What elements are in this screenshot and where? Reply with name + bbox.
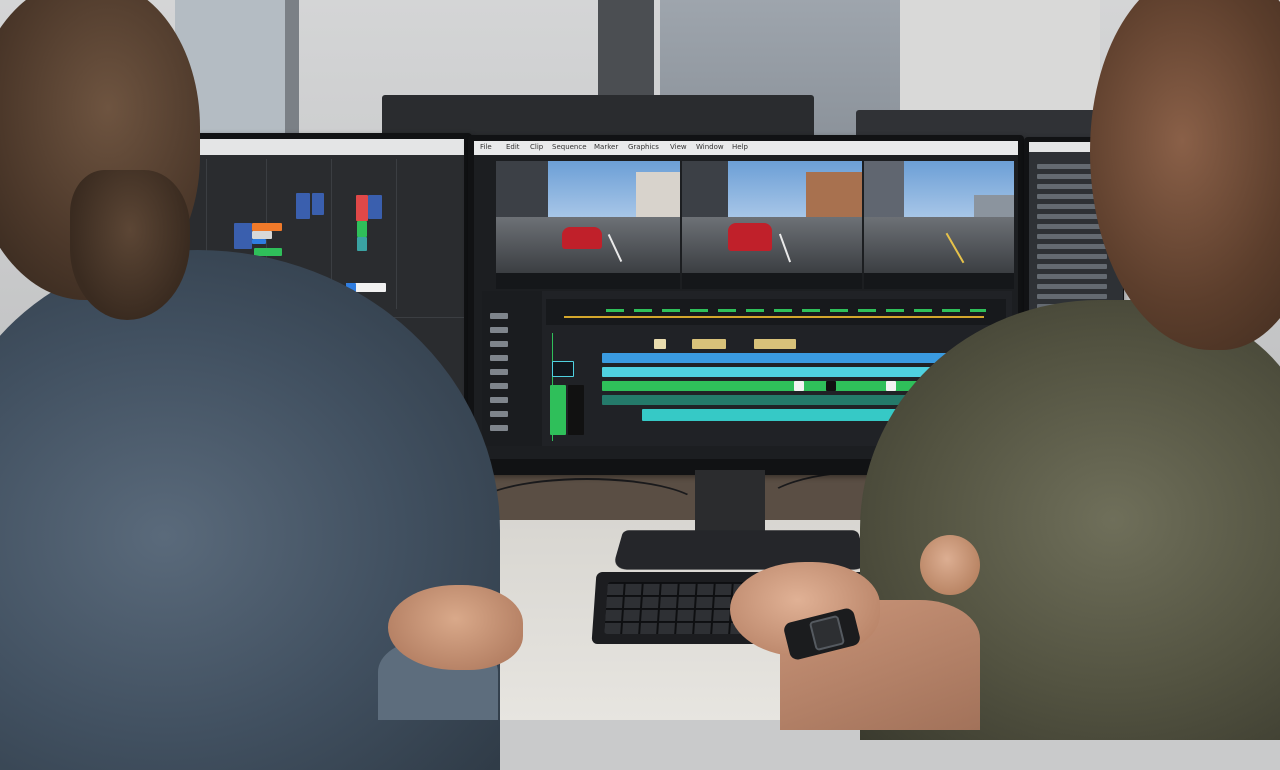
track-header[interactable] bbox=[552, 361, 574, 377]
list-item[interactable] bbox=[1037, 254, 1107, 259]
list-item[interactable] bbox=[1037, 244, 1107, 249]
menu-help[interactable]: Help bbox=[732, 143, 748, 151]
column-divider bbox=[396, 159, 397, 309]
menu-sequence[interactable]: Sequence bbox=[552, 143, 587, 151]
clip[interactable] bbox=[754, 339, 796, 349]
list-item[interactable] bbox=[1037, 294, 1107, 299]
marker-strip bbox=[606, 309, 986, 312]
track-header[interactable] bbox=[550, 385, 566, 435]
list-item[interactable] bbox=[1037, 264, 1107, 269]
app-menu-bar: File Edit Clip Sequence Marker Graphics … bbox=[474, 141, 1018, 155]
tool-icon[interactable] bbox=[490, 425, 508, 431]
menu-edit[interactable]: Edit bbox=[506, 143, 520, 151]
node-block[interactable] bbox=[368, 195, 382, 219]
list-item[interactable] bbox=[1037, 284, 1107, 289]
list-item[interactable] bbox=[1037, 224, 1107, 229]
viewer-controls[interactable] bbox=[496, 273, 680, 289]
menu-window[interactable]: Window bbox=[696, 143, 724, 151]
tool-icon[interactable] bbox=[490, 369, 508, 375]
menu-view[interactable]: View bbox=[670, 143, 687, 151]
menu-marker[interactable]: Marker bbox=[594, 143, 618, 151]
tool-icon[interactable] bbox=[490, 397, 508, 403]
reference-viewer[interactable] bbox=[864, 161, 1014, 273]
node-block[interactable] bbox=[312, 193, 324, 215]
menu-clip[interactable]: Clip bbox=[530, 143, 543, 151]
person-right-fingers bbox=[920, 535, 980, 595]
tool-icon[interactable] bbox=[490, 313, 508, 319]
tool-icon[interactable] bbox=[490, 411, 508, 417]
person-left-hand bbox=[388, 585, 523, 670]
viewer-controls[interactable] bbox=[864, 273, 1014, 289]
clip[interactable] bbox=[654, 339, 666, 349]
node-block[interactable] bbox=[252, 239, 266, 244]
node-block[interactable] bbox=[357, 237, 367, 251]
menu-graphics[interactable]: Graphics bbox=[628, 143, 659, 151]
tools-panel bbox=[482, 291, 542, 446]
track-header[interactable] bbox=[568, 385, 584, 435]
clip-marker[interactable] bbox=[794, 381, 804, 391]
wall-panel bbox=[900, 0, 1100, 125]
video-track-v2[interactable] bbox=[602, 367, 950, 377]
clip-marker[interactable] bbox=[886, 381, 896, 391]
node-block[interactable] bbox=[234, 223, 252, 249]
node-block[interactable] bbox=[357, 221, 367, 237]
tool-icon[interactable] bbox=[490, 327, 508, 333]
list-item[interactable] bbox=[1037, 234, 1107, 239]
viewer-controls[interactable] bbox=[682, 273, 862, 289]
timeline-ruler[interactable] bbox=[546, 299, 1006, 325]
source-viewer[interactable] bbox=[496, 161, 680, 273]
list-item[interactable] bbox=[1037, 274, 1107, 279]
tool-icon[interactable] bbox=[490, 383, 508, 389]
node-block[interactable] bbox=[252, 223, 282, 231]
tool-icon[interactable] bbox=[490, 341, 508, 347]
clip-marker[interactable] bbox=[826, 381, 836, 391]
tool-icon[interactable] bbox=[490, 355, 508, 361]
video-track-v1[interactable] bbox=[602, 381, 950, 391]
program-viewer[interactable] bbox=[682, 161, 862, 273]
video-track-v3[interactable] bbox=[602, 353, 950, 363]
node-block[interactable] bbox=[356, 195, 368, 221]
window-frame bbox=[285, 0, 299, 135]
node-block[interactable] bbox=[296, 193, 310, 219]
node-block[interactable] bbox=[252, 231, 272, 239]
clip[interactable] bbox=[692, 339, 726, 349]
menu-file[interactable]: File bbox=[480, 143, 492, 151]
work-area-bar[interactable] bbox=[564, 316, 984, 318]
